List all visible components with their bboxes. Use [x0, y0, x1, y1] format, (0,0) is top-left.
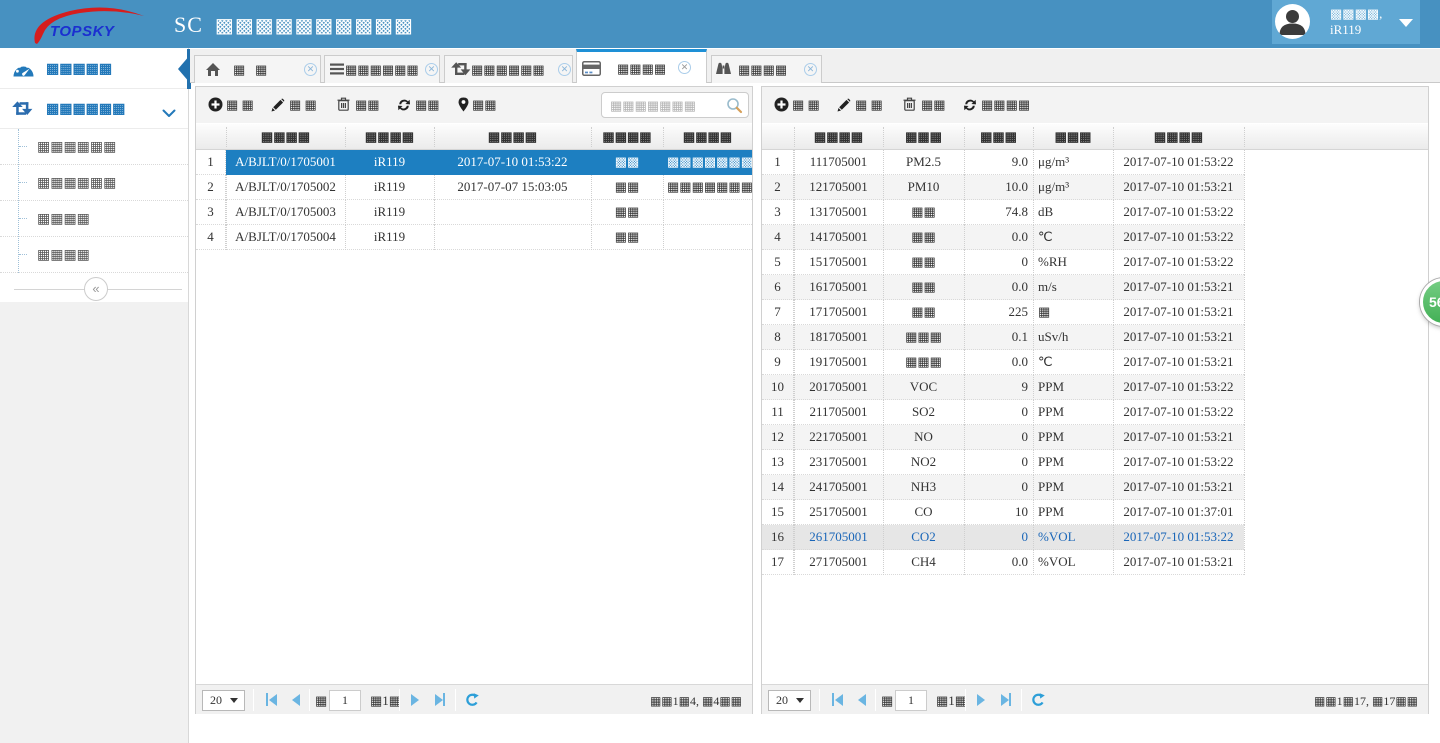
svg-text:TOPSKY: TOPSKY: [50, 23, 116, 40]
